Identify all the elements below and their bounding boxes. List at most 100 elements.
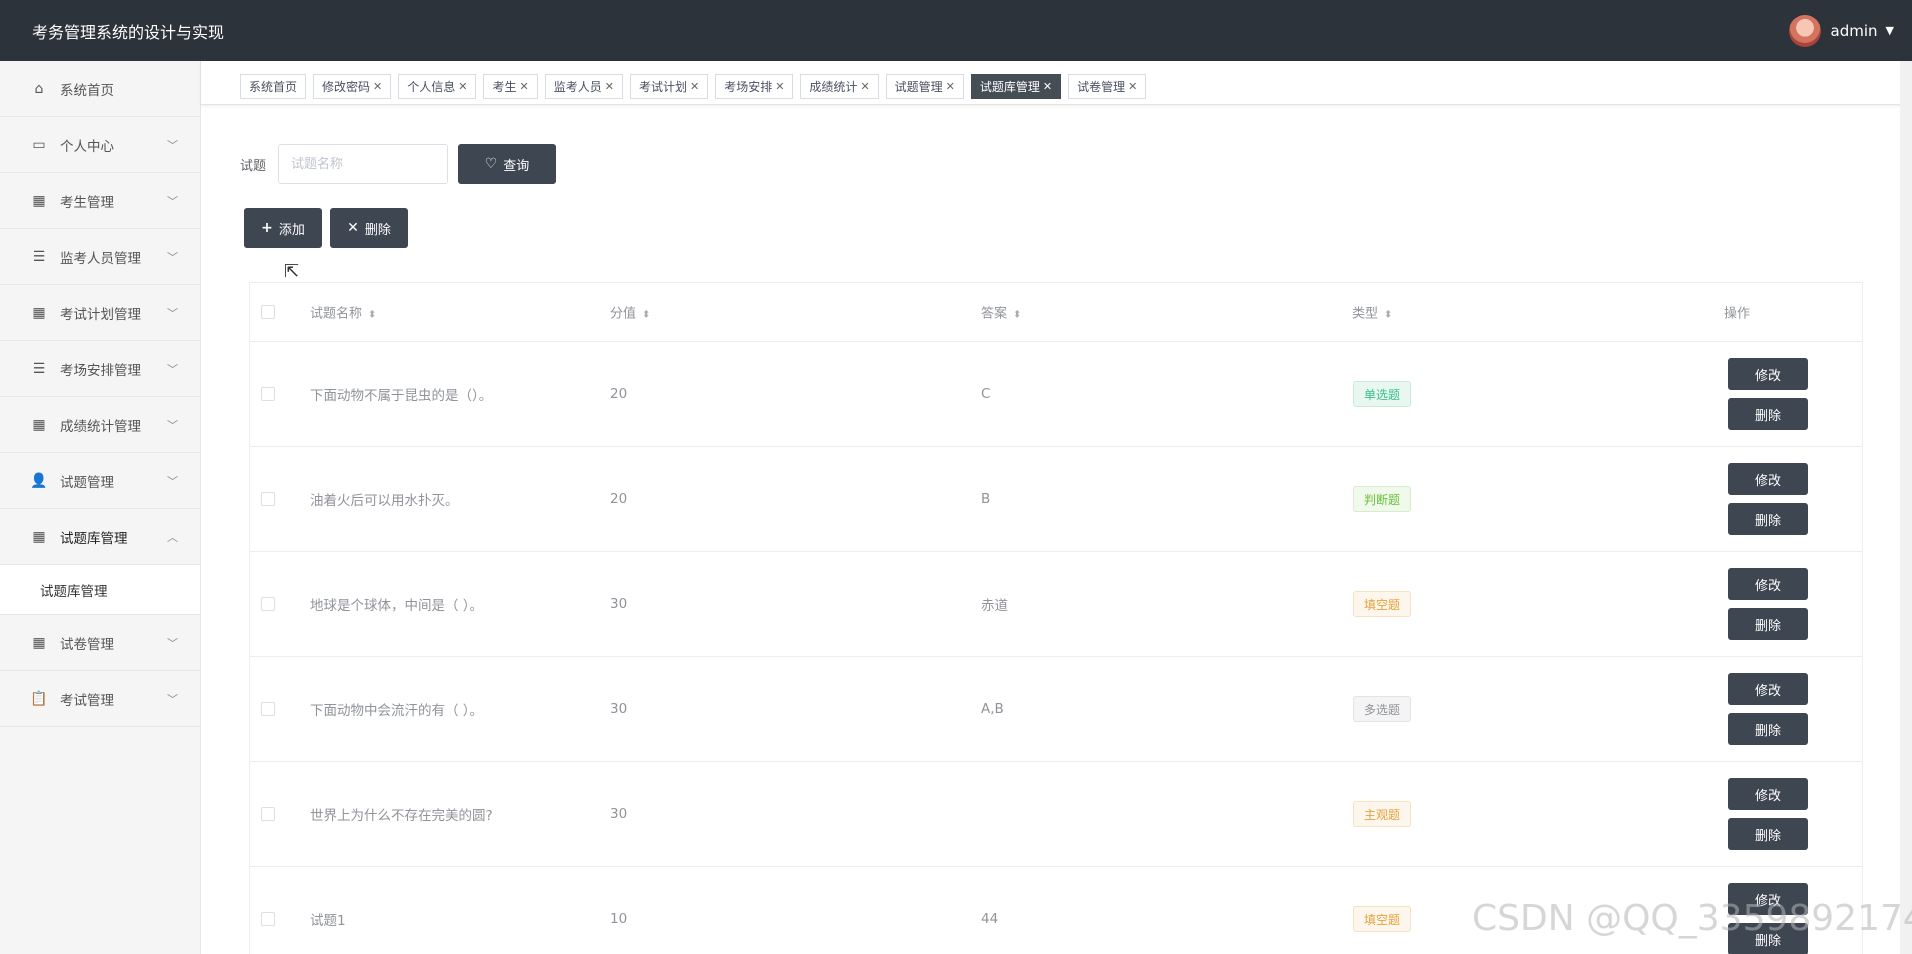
top-header: 考务管理系统的设计与实现 admin ▼ — [0, 0, 1912, 61]
sidebar-item-exam-plan[interactable]: ▦ 考试计划管理 ﹀ — [0, 285, 200, 341]
close-icon[interactable]: ✕ — [1043, 80, 1052, 93]
batch-delete-button[interactable]: ✕ 删除 — [330, 208, 408, 248]
edit-button[interactable]: 修改 — [1728, 673, 1808, 705]
header-label: 类型 — [1352, 306, 1379, 322]
user-icon: 👤 — [30, 472, 48, 489]
tab-personal-info[interactable]: 个人信息 ✕ — [398, 74, 477, 99]
close-icon[interactable]: ✕ — [605, 80, 614, 93]
chevron-down-icon: ﹀ — [167, 636, 178, 650]
tab-score-stats[interactable]: 成绩统计 ✕ — [800, 74, 879, 99]
tab-paper[interactable]: 试卷管理 ✕ — [1068, 74, 1147, 99]
avatar[interactable] — [1788, 14, 1821, 47]
column-header-name[interactable]: 试题名称 ⬍ — [310, 303, 376, 322]
page-scrollbar[interactable] — [1900, 61, 1912, 954]
delete-button[interactable]: 删除 — [1728, 608, 1808, 640]
close-icon[interactable]: ✕ — [1128, 80, 1137, 93]
sidebar-subitem-question-bank[interactable]: 试题库管理 — [0, 565, 200, 615]
sidebar-item-label: 成绩统计管理 — [60, 418, 141, 435]
tab-exam-room[interactable]: 考场安排 ✕ — [715, 74, 794, 99]
tab-invigilator[interactable]: 监考人员 ✕ — [544, 74, 623, 99]
question-name: 地球是个球体，中间是（ ）。 — [310, 598, 484, 614]
tab-question-bank[interactable]: 试题库管理 ✕ — [970, 74, 1062, 99]
sidebar-item-examinee[interactable]: ▦ 考生管理 ﹀ — [0, 173, 200, 229]
sidebar-item-score-stats[interactable]: ▦ 成绩统计管理 ﹀ — [0, 397, 200, 453]
edit-button[interactable]: 修改 — [1728, 358, 1808, 390]
type-tag: 填空题 — [1353, 591, 1412, 617]
close-icon[interactable]: ✕ — [690, 80, 699, 93]
tab-label: 考生 — [492, 80, 517, 94]
tab-question[interactable]: 试题管理 ✕ — [885, 74, 964, 99]
column-header-answer[interactable]: 答案 ⬍ — [981, 303, 1021, 322]
search-input[interactable] — [278, 144, 448, 184]
mouse-cursor-icon: ⇱ — [284, 261, 300, 282]
sort-icon[interactable]: ⬍ — [642, 310, 650, 321]
close-icon[interactable]: ✕ — [458, 80, 467, 93]
select-all-checkbox[interactable] — [261, 305, 275, 319]
tab-home[interactable]: 系统首页 — [240, 74, 307, 99]
question-name: 世界上为什么不存在完美的圆? — [310, 808, 493, 824]
edit-button[interactable]: 修改 — [1728, 568, 1808, 600]
header-label: 答案 — [981, 306, 1008, 322]
type-tag: 主观题 — [1353, 801, 1412, 827]
close-icon[interactable]: ✕ — [775, 80, 784, 93]
row-checkbox[interactable] — [261, 492, 275, 506]
sidebar-item-question[interactable]: 👤 试题管理 ﹀ — [0, 453, 200, 509]
sort-icon[interactable]: ⬍ — [1013, 310, 1021, 321]
grid-icon: ▦ — [32, 634, 46, 651]
question-answer: 44 — [981, 911, 999, 927]
table-header: 试题名称 ⬍ 分值 ⬍ 答案 ⬍ 类型 ⬍ 操作 — [250, 283, 1862, 342]
row-checkbox[interactable] — [261, 912, 275, 926]
app-title: 考务管理系统的设计与实现 — [32, 22, 225, 42]
question-score: 10 — [610, 911, 628, 927]
sidebar-item-label: 试题管理 — [60, 474, 114, 491]
sort-icon[interactable]: ⬍ — [368, 310, 376, 321]
tab-change-password[interactable]: 修改密码 ✕ — [313, 74, 392, 99]
tab-exam-plan[interactable]: 考试计划 ✕ — [629, 74, 709, 99]
column-header-score[interactable]: 分值 ⬍ — [610, 303, 650, 322]
username[interactable]: admin — [1831, 22, 1878, 40]
edit-button[interactable]: 修改 — [1728, 778, 1808, 810]
tab-label: 试题管理 — [894, 80, 943, 94]
sort-icon[interactable]: ⬍ — [1384, 310, 1392, 321]
row-checkbox[interactable] — [261, 702, 275, 716]
delete-button[interactable]: 删除 — [1728, 503, 1808, 535]
sidebar-item-exam[interactable]: 📋 考试管理 ﹀ — [0, 671, 200, 727]
question-score: 30 — [610, 806, 628, 822]
delete-button[interactable]: 删除 — [1728, 713, 1808, 745]
add-button[interactable]: + 添加 — [244, 208, 322, 248]
close-icon[interactable]: ✕ — [520, 80, 529, 93]
edit-button[interactable]: 修改 — [1728, 463, 1808, 495]
close-icon[interactable]: ✕ — [946, 80, 955, 93]
tags-view-bar: 系统首页 修改密码 ✕ 个人信息 ✕ 考生 ✕ 监考人员 ✕ 考试计划 ✕ 考场安排 ✕ 成… — [201, 61, 1912, 105]
home-icon: ⌂ — [34, 80, 44, 97]
query-button[interactable]: ♡ 查询 — [458, 144, 556, 184]
sidebar-item-question-bank[interactable]: ▦ 试题库管理 ︿ — [0, 509, 200, 565]
sidebar-item-invigilator[interactable]: ☰ 监考人员管理 ﹀ — [0, 229, 200, 285]
question-name: 油着火后可以用水扑灭。 — [310, 493, 459, 509]
type-tag: 多选题 — [1353, 696, 1412, 722]
tab-examinee[interactable]: 考生 ✕ — [483, 74, 538, 99]
chevron-down-icon: ﹀ — [167, 250, 178, 264]
row-checkbox[interactable] — [261, 807, 275, 821]
grid-icon: ▦ — [32, 416, 46, 433]
sidebar-item-home[interactable]: ⌂ 系统首页 — [0, 61, 200, 117]
delete-button[interactable]: 删除 — [1728, 398, 1808, 430]
close-icon[interactable]: ✕ — [860, 80, 869, 93]
sidebar-item-personal-center[interactable]: ▭ 个人中心 ﹀ — [0, 117, 200, 173]
sidebar-item-exam-room[interactable]: ☰ 考场安排管理 ﹀ — [0, 341, 200, 397]
row-checkbox[interactable] — [261, 597, 275, 611]
question-name: 试题1 — [310, 913, 346, 929]
sidebar-item-label: 考生管理 — [60, 194, 114, 211]
column-header-type[interactable]: 类型 ⬍ — [1352, 303, 1392, 322]
sidebar-item-paper[interactable]: ▦ 试卷管理 ﹀ — [0, 615, 200, 671]
row-checkbox[interactable] — [261, 387, 275, 401]
chevron-down-icon: ﹀ — [167, 418, 178, 432]
sidebar-item-label: 考试计划管理 — [60, 306, 141, 323]
delete-button[interactable]: 删除 — [1728, 818, 1808, 850]
user-menu[interactable]: admin ▼ — [1788, 14, 1894, 47]
close-icon[interactable]: ✕ — [373, 80, 382, 93]
caret-down-icon[interactable]: ▼ — [1886, 24, 1894, 37]
question-score: 20 — [610, 491, 628, 507]
chevron-down-icon: ﹀ — [167, 194, 178, 208]
tab-label: 考场安排 — [724, 80, 773, 94]
